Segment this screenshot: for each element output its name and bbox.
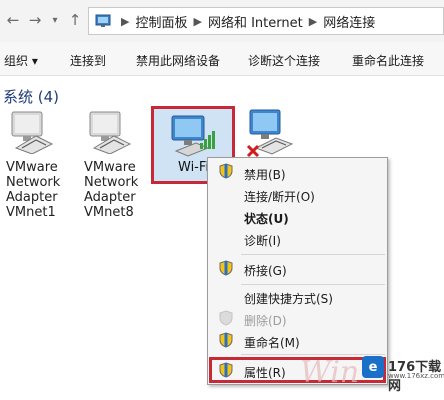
menu-item-diagnose[interactable]: 诊断(I) <box>244 232 281 249</box>
forward-arrow-icon[interactable]: → <box>26 10 44 30</box>
rename-connection-button[interactable]: 重命名此连接 <box>352 52 424 69</box>
adapter-label: VMware Network Adapter VMnet1 <box>6 160 61 220</box>
adapter-vmnet8[interactable]: VMware Network Adapter VMnet8 <box>84 108 150 220</box>
up-arrow-icon[interactable]: ↑ <box>66 10 84 30</box>
menu-item-connect-disconnect[interactable]: 连接/断开(O) <box>244 188 315 205</box>
breadcrumb-network-connections[interactable]: 网络连接 <box>323 12 375 31</box>
menu-item-rename[interactable]: 重命名(M) <box>244 334 300 351</box>
network-adapter-icon <box>89 111 132 154</box>
context-menu: 禁用(B) 连接/断开(O) 状态(U) 诊断(I) 桥接(G) 创建快捷方式(… <box>207 157 388 385</box>
breadcrumb-network-internet[interactable]: 网络和 Internet <box>208 12 303 31</box>
adapter-vmnet1[interactable]: VMware Network Adapter VMnet1 <box>6 108 72 220</box>
shield-icon <box>219 163 233 179</box>
breadcrumb-separator-icon: ▶ <box>193 14 202 28</box>
breadcrumb-separator-icon: ▶ <box>308 14 318 28</box>
diagnose-connection-button[interactable]: 诊断这个连接 <box>248 52 320 69</box>
adapter-label: Wi-Fi <box>178 160 210 175</box>
network-adapter-icon <box>11 111 54 154</box>
connect-to-button[interactable]: 连接到 <box>70 52 106 69</box>
breadcrumb-separator-icon: ▶ <box>121 14 130 28</box>
menu-item-create-shortcut[interactable]: 创建快捷方式(S) <box>244 290 333 307</box>
breadcrumb-control-panel[interactable]: 控制面板 <box>135 12 187 31</box>
shield-icon <box>219 332 233 348</box>
organize-button[interactable]: 组织 ▾ <box>4 52 38 69</box>
address-bar-area: ← → ▾ ↑ ▶ 控制面板 ▶ 网络和 Internet ▶ 网络连接 <box>0 0 444 42</box>
back-arrow-icon[interactable]: ← <box>4 10 22 30</box>
address-box[interactable]: ▶ 控制面板 ▶ 网络和 Internet ▶ 网络连接 <box>88 7 444 35</box>
disable-device-button[interactable]: 禁用此网络设备 <box>136 52 220 69</box>
menu-item-status[interactable]: 状态(U) <box>244 210 289 227</box>
menu-item-bridge[interactable]: 桥接(G) <box>244 262 287 279</box>
menu-item-disable[interactable]: 禁用(B) <box>244 166 286 183</box>
menu-separator <box>241 284 385 285</box>
svg-text:Win: Win <box>300 355 359 390</box>
control-panel-icon <box>95 14 111 27</box>
menu-item-delete: 删除(D) <box>244 314 287 328</box>
watermark-url: www.176xz.com <box>388 372 444 380</box>
shield-icon <box>219 260 233 276</box>
wifi-adapter-icon <box>171 115 215 157</box>
command-bar: 组织 ▾ 连接到 禁用此网络设备 诊断这个连接 重命名此连接 <box>0 42 444 76</box>
menu-separator <box>241 254 385 255</box>
group-title: 系统 (4) <box>3 88 60 106</box>
adapter-disconnected[interactable] <box>244 108 310 158</box>
chevron-down-icon[interactable]: ▾ <box>46 10 64 30</box>
disconnected-x-icon <box>246 144 260 158</box>
site-logo-icon: e <box>362 356 384 378</box>
adapter-label: VMware Network Adapter VMnet8 <box>84 160 139 220</box>
shield-icon <box>219 310 233 326</box>
